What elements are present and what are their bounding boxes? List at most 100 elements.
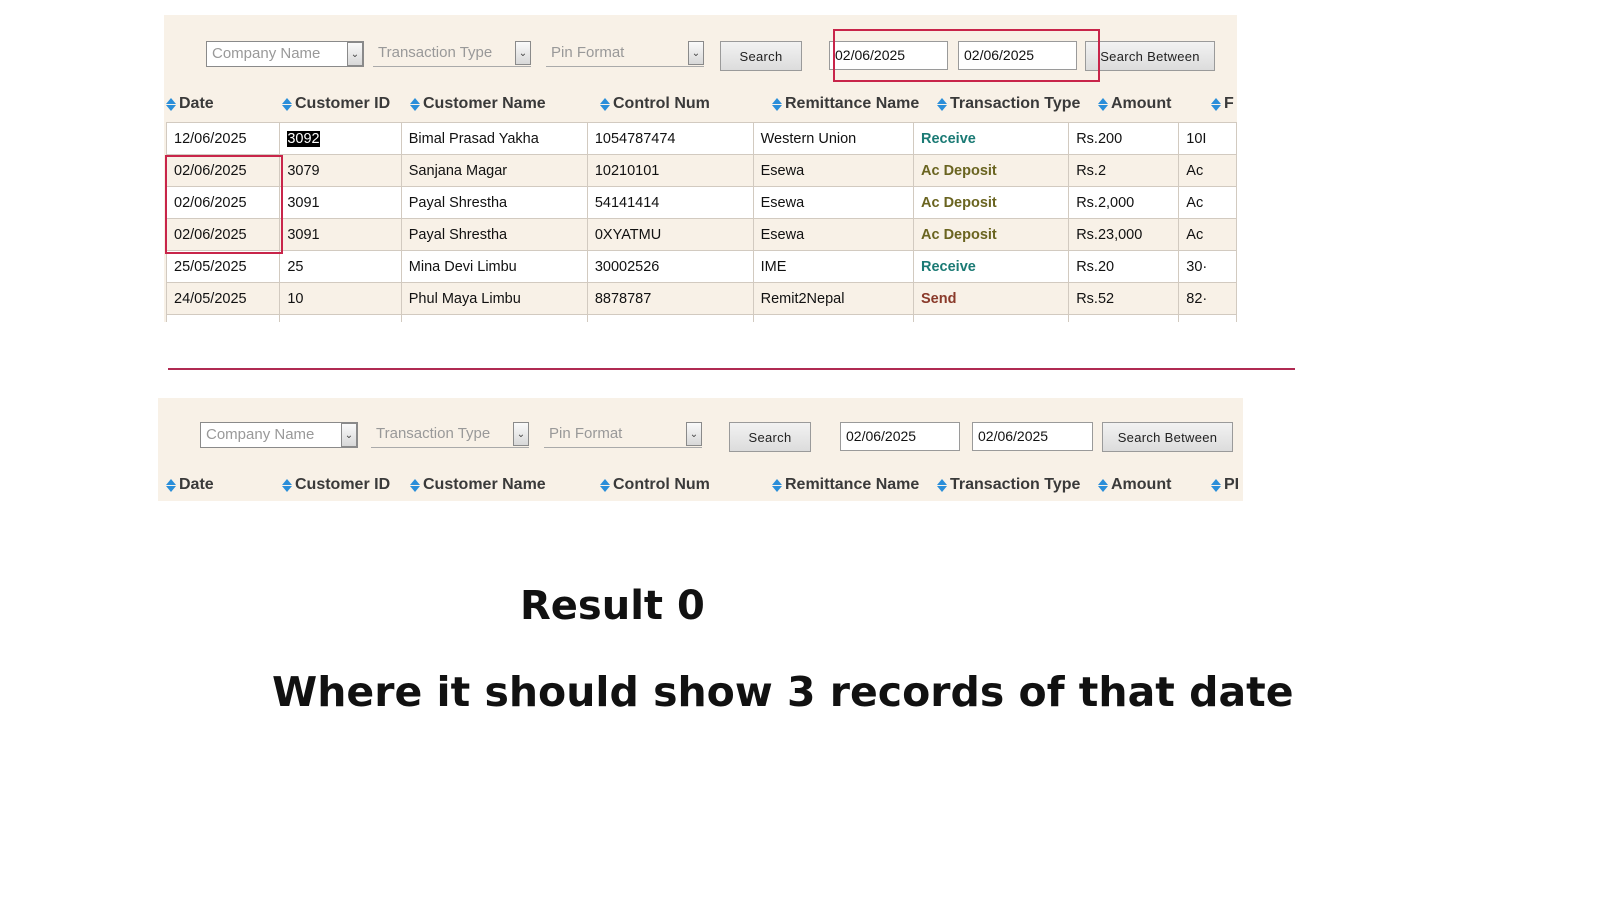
transactions-table: 12/06/2025 3092 Bimal Prasad Yakha 10547874… — [165, 122, 1237, 322]
column-header-customer-id[interactable]: Customer ID — [282, 95, 390, 113]
column-header-customer-name[interactable]: Customer Name — [410, 476, 546, 494]
search-button[interactable]: Search — [729, 422, 811, 452]
pin-cell: Ac — [1178, 186, 1237, 219]
sort-icon[interactable] — [410, 97, 420, 111]
search-between-button[interactable]: Search Between — [1102, 422, 1233, 452]
transaction-type-placeholder: Transaction Type — [378, 44, 493, 61]
sort-icon[interactable] — [937, 478, 947, 492]
transaction-type-cell-text: Ac Deposit — [921, 162, 997, 179]
customer-name-cell: Payal Shrestha — [400, 218, 588, 251]
sort-icon[interactable] — [772, 97, 782, 111]
transaction-type-select[interactable]: Transaction Type ⌄ — [371, 422, 529, 448]
sort-icon[interactable] — [282, 478, 292, 492]
table-row[interactable]: 24/05/2025 10 Phul Maya Limbu 8878787 Remit2… — [165, 282, 1237, 315]
pin-cell-text: 30· — [1186, 258, 1208, 275]
empty-cell — [1178, 314, 1237, 322]
sort-icon[interactable] — [772, 478, 782, 492]
sort-icon[interactable] — [937, 97, 947, 111]
customer-id-cell-text: 25 — [287, 258, 304, 275]
column-header-label: Remittance Name — [785, 476, 920, 493]
transaction-type-select[interactable]: Transaction Type ⌄ — [373, 41, 531, 67]
date-rows-highlight — [165, 155, 283, 254]
column-header-label: Amount — [1111, 95, 1172, 112]
table-row[interactable]: 02/06/2025 3091 Payal Shrestha 54141414 Esew… — [165, 186, 1237, 219]
customer-id-cell: 3079 — [279, 154, 402, 187]
column-header-control-num[interactable]: Control Num — [600, 476, 710, 494]
search-button[interactable]: Search — [720, 41, 802, 71]
column-header-control-num[interactable]: Control Num — [600, 95, 710, 113]
company-name-select[interactable]: Company Name ⌄ — [200, 422, 358, 448]
column-header-remittance-name[interactable]: Remittance Name — [772, 476, 919, 494]
column-header-transaction-type[interactable]: Transaction Type — [937, 476, 1080, 494]
customer-name-cell-text: Payal Shrestha — [408, 194, 508, 211]
sort-icon[interactable] — [600, 478, 610, 492]
chevron-down-icon[interactable]: ⌄ — [347, 42, 363, 66]
chevron-down-icon[interactable]: ⌄ — [686, 422, 702, 446]
pin-cell-text: 82· — [1186, 290, 1208, 307]
chevron-down-icon[interactable]: ⌄ — [513, 422, 529, 446]
control-num-cell: 30002526 — [586, 250, 754, 283]
control-num-cell: 8878787 — [586, 282, 754, 315]
amount-cell-text: Rs.200 — [1076, 130, 1123, 147]
customer-name-cell-text: Sanjana Magar — [408, 162, 508, 179]
chevron-down-icon[interactable]: ⌄ — [515, 41, 531, 65]
column-header-date[interactable]: Date — [166, 476, 214, 494]
column-header-date[interactable]: Date — [166, 95, 214, 113]
control-num-cell-text: 1054787474 — [594, 130, 676, 147]
column-header-customer-name[interactable]: Customer Name — [410, 95, 546, 113]
pin-cell: Ac — [1178, 154, 1237, 187]
column-header-transaction-type[interactable]: Transaction Type — [937, 95, 1080, 113]
chevron-down-icon[interactable]: ⌄ — [688, 41, 704, 65]
table-row[interactable]: 02/06/2025 3091 Payal Shrestha 0XYATMU Esewa… — [165, 218, 1237, 251]
pin-format-select[interactable]: Pin Format ⌄ — [544, 422, 702, 448]
pin-format-placeholder: Pin Format — [549, 425, 623, 442]
control-num-cell: 54141414 — [586, 186, 754, 219]
table-row[interactable]: 02/06/2025 3079 Sanjana Magar 10210101 Esewa… — [165, 154, 1237, 187]
date-from-input[interactable]: 02/06/2025 — [840, 422, 960, 451]
customer-id-cell: 10 — [279, 282, 402, 315]
date-cell-text: 24/05/2025 — [174, 290, 247, 307]
column-header-pin[interactable]: PI — [1211, 476, 1239, 494]
amount-cell-text: Rs.20 — [1076, 258, 1115, 275]
table-row[interactable]: 25/05/2025 25 Mina Devi Limbu 30002526 IME Re… — [165, 250, 1237, 283]
column-header-label: Customer Name — [423, 476, 546, 493]
column-header-label: Transaction Type — [950, 476, 1081, 493]
remittance-name-cell-text: Esewa — [760, 162, 805, 179]
date-to-input[interactable]: 02/06/2025 — [972, 422, 1093, 451]
customer-name-cell-text: Payal Shrestha — [408, 226, 508, 243]
sort-icon[interactable] — [1098, 478, 1108, 492]
sort-icon[interactable] — [1211, 478, 1221, 492]
date-range-highlight — [833, 29, 1100, 82]
sort-icon[interactable] — [600, 97, 610, 111]
sort-icon[interactable] — [166, 97, 176, 111]
transaction-type-cell-text: Ac Deposit — [921, 194, 997, 211]
filter-toolbar: Company Name ⌄ Transaction Type ⌄ Pin Fo… — [200, 422, 1243, 452]
transaction-type-cell: Ac Deposit — [912, 186, 1070, 219]
transaction-type-cell: Receive — [912, 122, 1070, 155]
sort-icon[interactable] — [166, 478, 176, 492]
table-row[interactable]: 12/06/2025 3092 Bimal Prasad Yakha 10547874… — [165, 122, 1237, 155]
sort-icon[interactable] — [410, 478, 420, 492]
column-header-amount[interactable]: Amount — [1098, 95, 1171, 113]
sort-icon[interactable] — [282, 97, 292, 111]
company-name-placeholder: Company Name — [206, 426, 315, 443]
column-header-customer-id[interactable]: Customer ID — [282, 476, 390, 494]
date-cell: 24/05/2025 — [165, 282, 281, 315]
column-header-amount[interactable]: Amount — [1098, 476, 1171, 494]
search-between-button[interactable]: Search Between — [1085, 41, 1215, 71]
column-header-pin[interactable]: F — [1211, 95, 1234, 113]
transaction-type-cell-text: Send — [921, 290, 957, 307]
control-num-cell: 10210101 — [586, 154, 754, 187]
chevron-down-icon[interactable]: ⌄ — [341, 423, 357, 447]
column-header-remittance-name[interactable]: Remittance Name — [772, 95, 919, 113]
customer-name-cell: Bimal Prasad Yakha — [400, 122, 588, 155]
remittance-name-cell: Western Union — [752, 122, 915, 155]
amount-cell: Rs.2 — [1068, 154, 1180, 187]
sort-icon[interactable] — [1098, 97, 1108, 111]
sort-icon[interactable] — [1211, 97, 1221, 111]
column-header-label: PI — [1224, 476, 1240, 493]
pin-format-select[interactable]: Pin Format ⌄ — [546, 41, 704, 67]
pin-cell: Ac — [1178, 218, 1237, 251]
company-name-select[interactable]: Company Name ⌄ — [206, 41, 364, 67]
date-cell-text: 25/05/2025 — [174, 258, 247, 275]
